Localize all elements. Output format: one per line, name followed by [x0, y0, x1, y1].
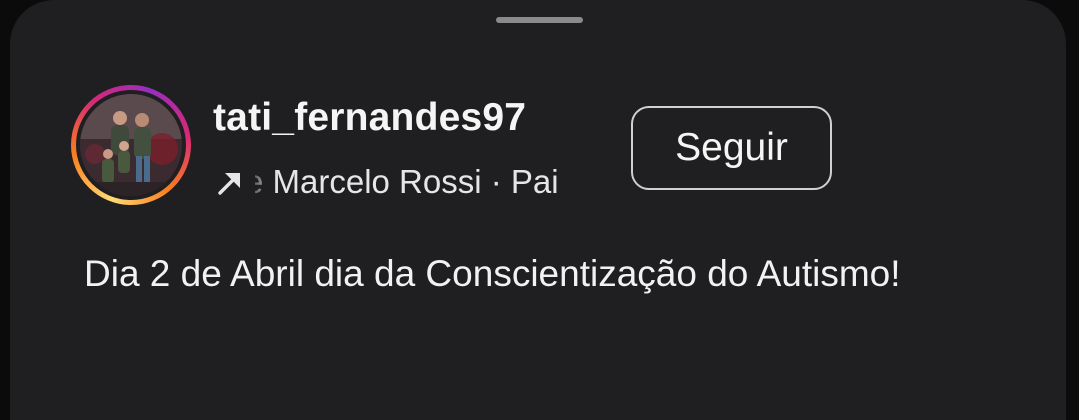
story-ring[interactable] — [71, 85, 191, 205]
sheet-grab-handle[interactable] — [496, 17, 583, 23]
username[interactable]: tati_fernandes97 — [213, 96, 526, 140]
avatar-photo — [80, 94, 182, 196]
avatar[interactable] — [80, 94, 182, 196]
arrow-up-right-icon — [218, 173, 240, 195]
bottom-sheet — [10, 0, 1066, 420]
audio-marquee: e Marcelo Rossi · Pai — [255, 163, 635, 201]
audio-text: e Marcelo Rossi · Pai — [255, 163, 559, 200]
follow-button[interactable]: Seguir — [631, 106, 832, 190]
audio-attribution[interactable]: e Marcelo Rossi · Pai — [213, 162, 635, 202]
post-caption: Dia 2 de Abril dia da Conscientização do… — [84, 253, 901, 294]
